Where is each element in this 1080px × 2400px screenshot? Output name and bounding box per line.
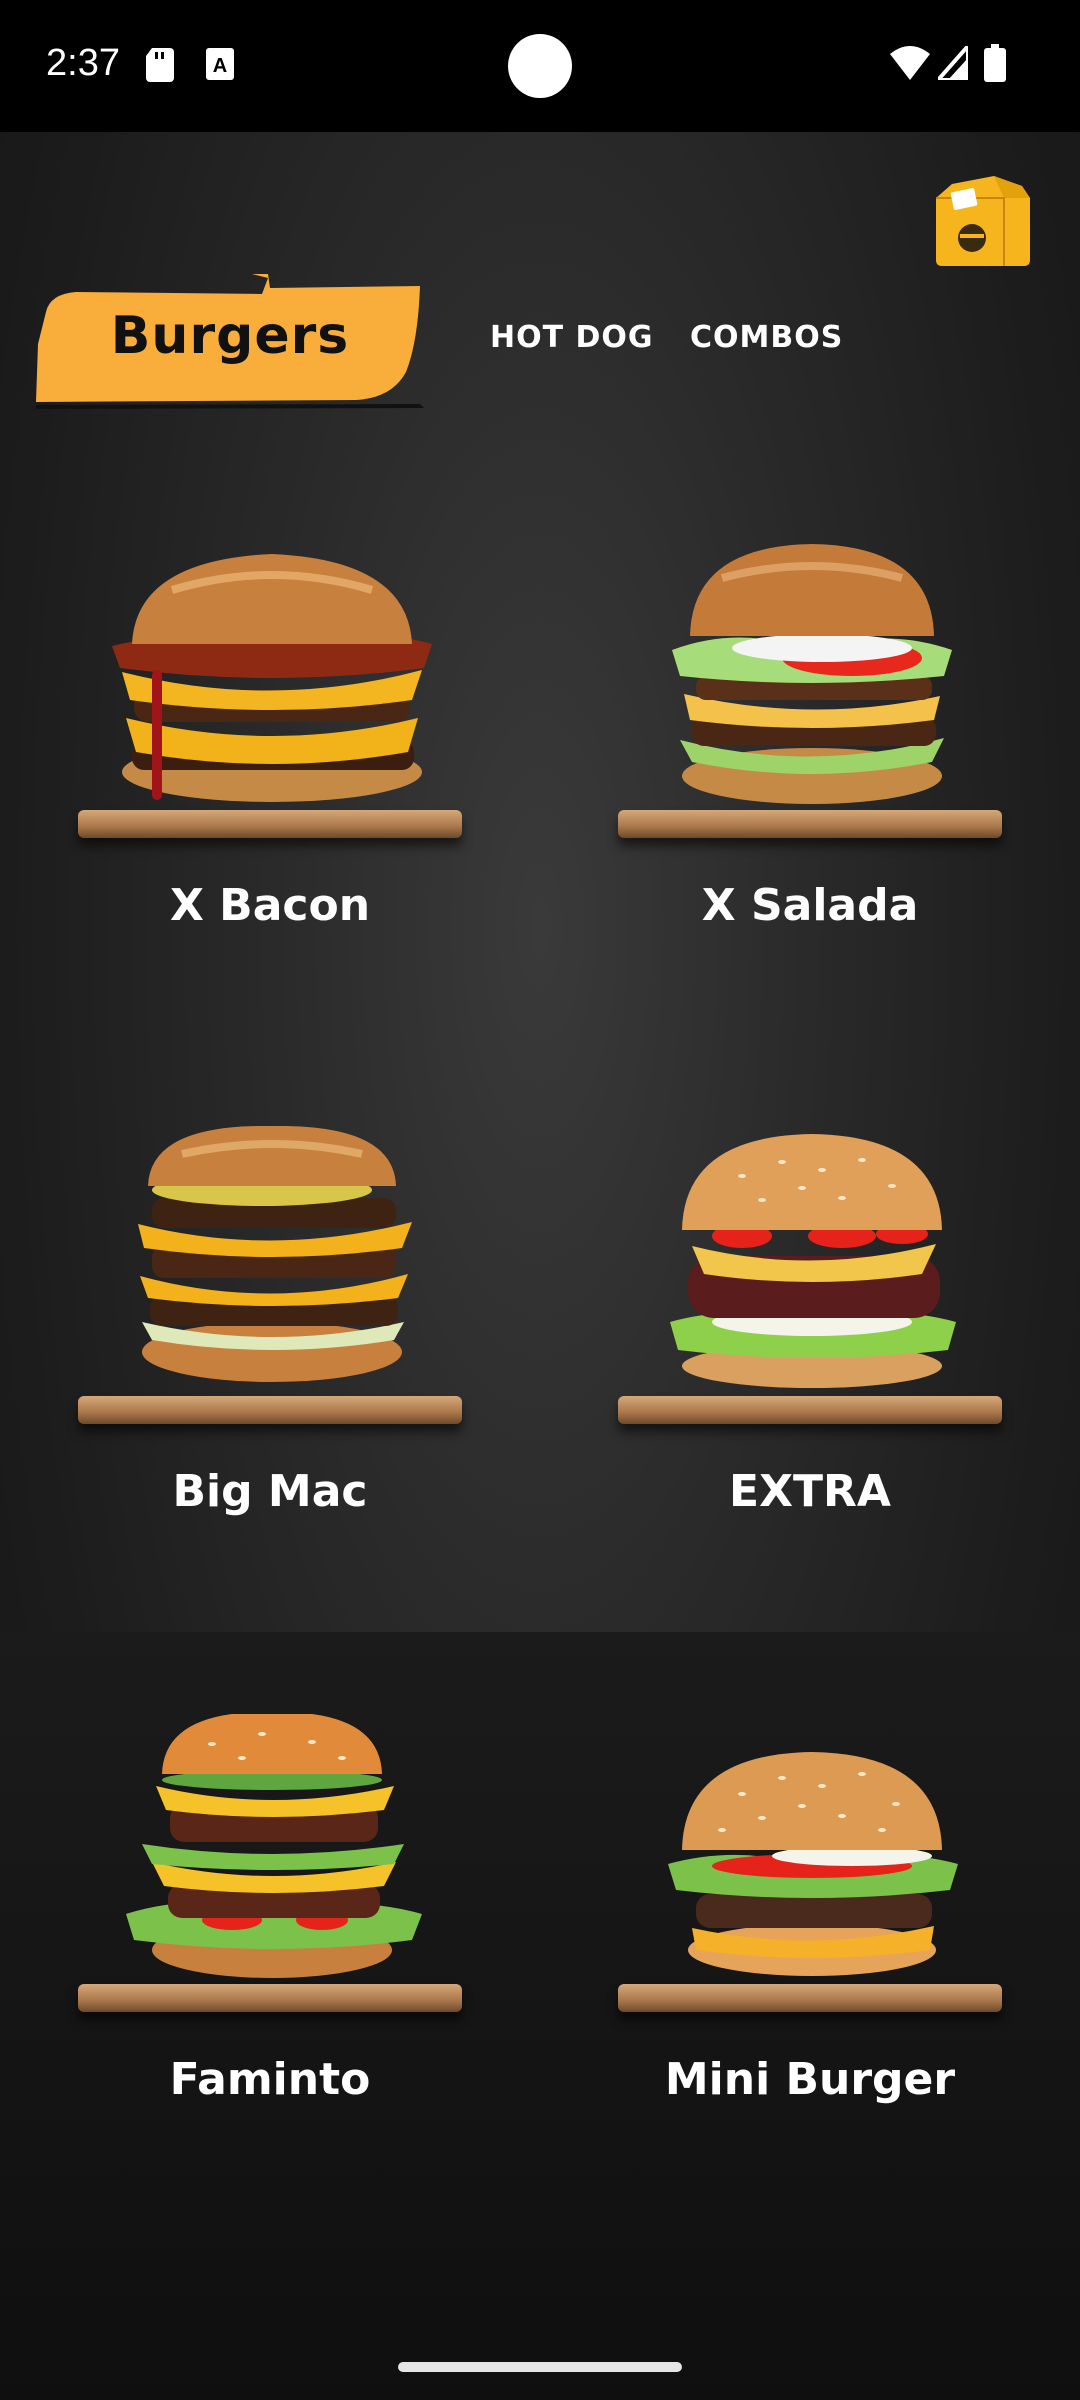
wood-board	[78, 810, 462, 838]
product-card-x-salada[interactable]: X Salada	[572, 540, 1032, 1060]
cellular-signal-icon	[938, 46, 968, 80]
menu-screen: Burgers HOT DOG COMBOS X Bacon X Salada …	[0, 132, 1080, 2400]
product-name: X Salada	[701, 880, 919, 931]
wifi-icon	[890, 46, 930, 80]
faminto-image	[126, 1714, 422, 1978]
product-name: X Bacon	[169, 880, 371, 931]
sd-card-icon	[146, 48, 174, 82]
product-card-extra[interactable]: EXTRA	[572, 1126, 1032, 1646]
gesture-nav-handle[interactable]	[398, 2362, 682, 2372]
product-name: Big Mac	[172, 1466, 368, 1517]
camera-cutout	[508, 34, 572, 98]
wood-board	[618, 1984, 1002, 2012]
wood-board	[618, 1396, 1002, 1424]
product-card-mini-burger[interactable]: Mini Burger	[572, 1714, 1032, 2234]
product-card-faminto[interactable]: Faminto	[32, 1714, 492, 2234]
product-name: Faminto	[169, 2054, 371, 2105]
mini-burger-image	[668, 1752, 958, 1976]
keyboard-a-icon: A	[206, 48, 234, 80]
status-time: 2:37	[46, 42, 120, 84]
wood-board	[78, 1984, 462, 2012]
product-name: Mini Burger	[664, 2054, 956, 2105]
tab-burgers[interactable]: Burgers	[36, 272, 424, 410]
product-card-big-mac[interactable]: Big Mac	[32, 1126, 492, 1646]
battery-icon	[984, 44, 1006, 82]
status-bar: 2:37 A	[0, 0, 1080, 132]
x-bacon-image	[112, 554, 432, 802]
wood-board	[78, 1396, 462, 1424]
product-card-x-bacon[interactable]: X Bacon	[32, 540, 492, 1060]
tab-burgers-label: Burgers	[110, 306, 350, 366]
shopping-bag-icon	[936, 176, 1030, 266]
extra-image	[670, 1134, 956, 1388]
cart-bag-button[interactable]	[934, 176, 1032, 268]
product-name: EXTRA	[729, 1466, 891, 1517]
svg-text:A: A	[213, 55, 227, 77]
tab-combos[interactable]: COMBOS	[690, 320, 843, 355]
x-salada-image	[672, 544, 952, 804]
big-mac-image	[138, 1126, 412, 1382]
wood-board	[618, 810, 1002, 838]
tab-hot-dog[interactable]: HOT DOG	[490, 320, 654, 355]
